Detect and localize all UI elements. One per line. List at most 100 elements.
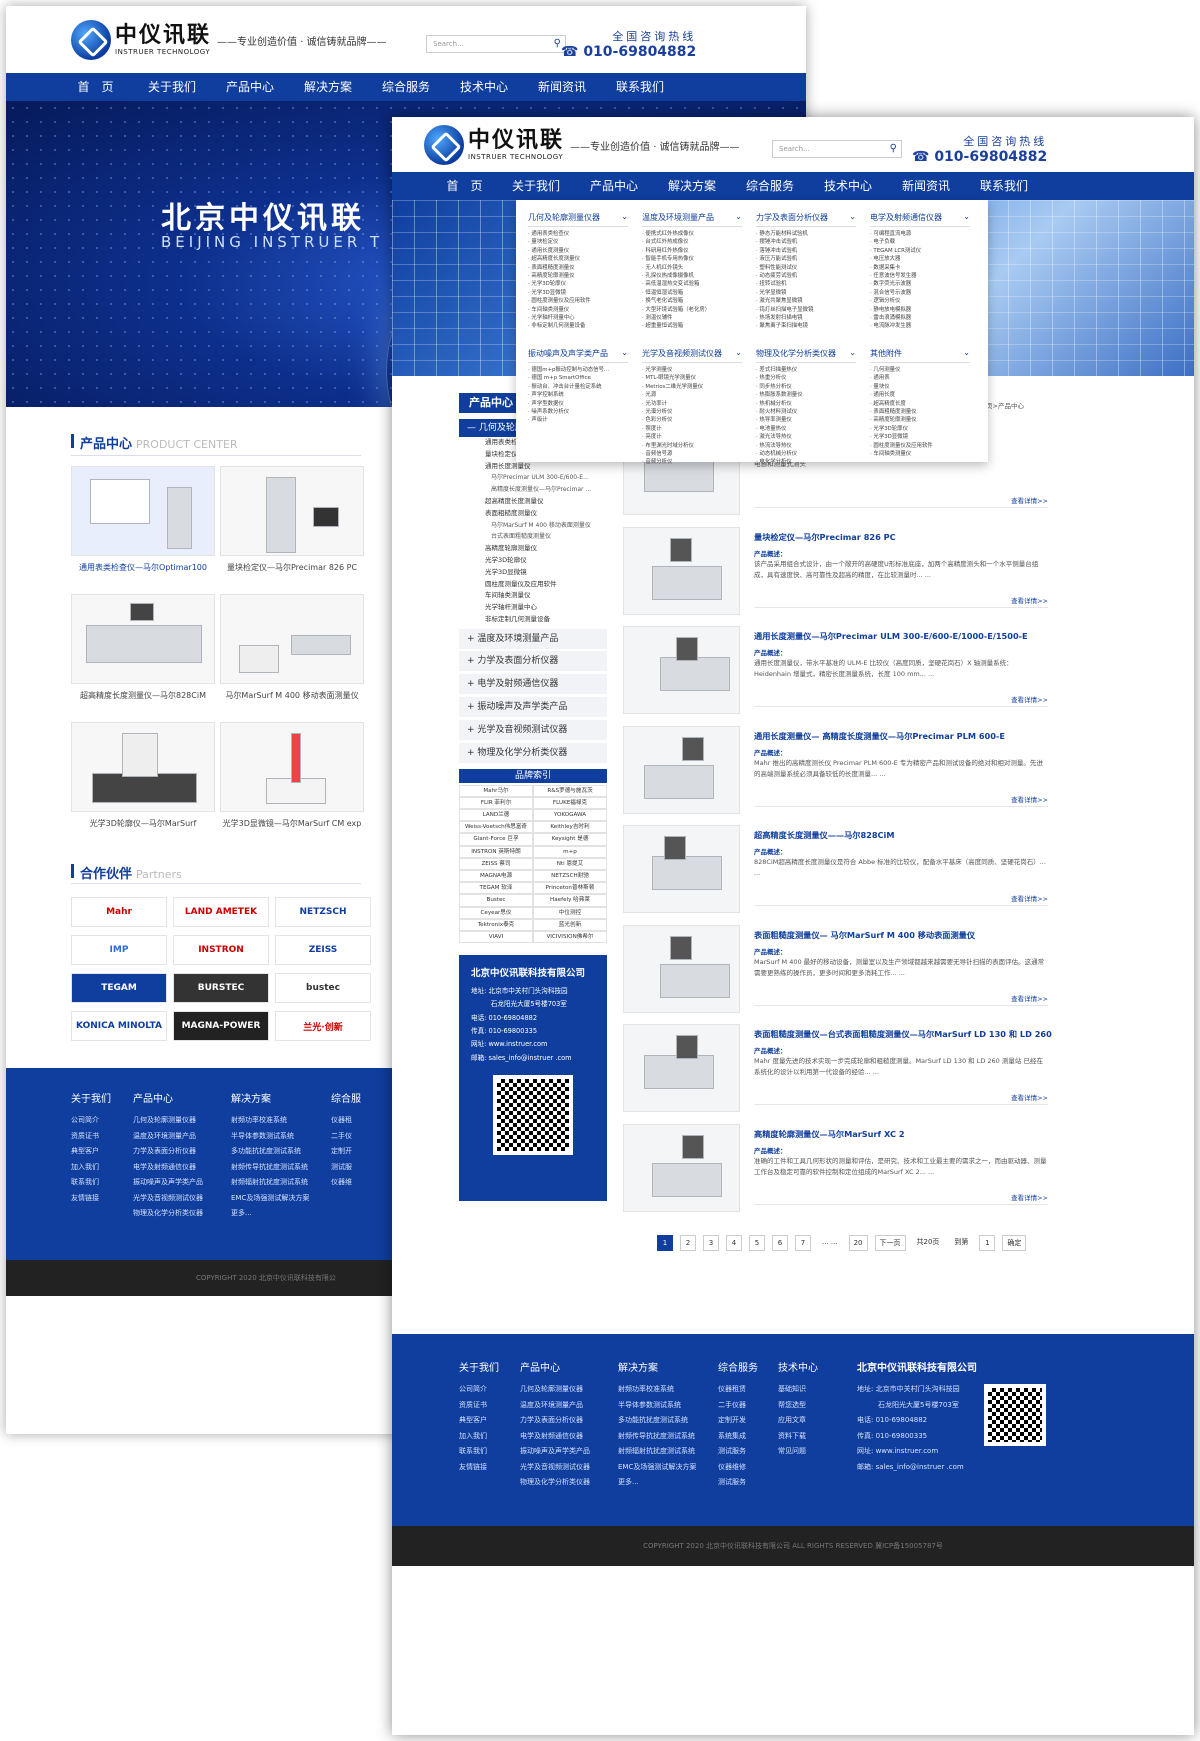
- partner-logo[interactable]: MAGNA-POWER: [173, 1011, 269, 1041]
- mega-item[interactable]: · 摆锤冲击试验机: [756, 238, 856, 246]
- mega-item[interactable]: · 表面粗糙度测量仪: [528, 264, 628, 272]
- product-list-item[interactable]: 表面粗糙度测量仪— 马尔MarSurf M 400 移动表面测量仪 产品概述： Ma…: [623, 924, 1048, 1017]
- sidebar-subitem[interactable]: 圆柱度测量仪及应用软件: [459, 579, 607, 591]
- search-input[interactable]: Search... ⚲: [772, 140, 902, 158]
- product-label[interactable]: 通用表类检查仪—马尔Optimar100: [71, 562, 215, 573]
- partner-logo[interactable]: bustec: [275, 973, 371, 1003]
- mega-item[interactable]: · 光学3D轮廓仪: [870, 425, 970, 433]
- mega-item[interactable]: · 超高精度长度测量仪: [528, 255, 628, 263]
- product-title[interactable]: 高精度轮廓测量仪—马尔MarSurf XC 2: [754, 1128, 905, 1140]
- footer-link[interactable]: 资质证书: [459, 1398, 499, 1414]
- mega-item[interactable]: · 布里渊光时域分析仪: [642, 442, 742, 450]
- footer-link[interactable]: 典型客户: [459, 1413, 499, 1429]
- footer-link[interactable]: 测试服务: [718, 1444, 758, 1460]
- page-button[interactable]: 3: [703, 1235, 719, 1251]
- footer-link[interactable]: 二手仪器: [718, 1398, 758, 1414]
- brand-link[interactable]: INSTRON 英斯特朗: [459, 845, 533, 858]
- product-list-item[interactable]: 高精度轮廓测量仪—马尔MarSurf XC 2 产品概述： 准确的工件和工具几何形状…: [623, 1123, 1048, 1216]
- nav-solutions[interactable]: 解决方案: [653, 172, 731, 200]
- mega-item[interactable]: · 噪声系数分析仪: [528, 408, 628, 416]
- mega-item[interactable]: · 光谱分析仪: [642, 408, 742, 416]
- product-label[interactable]: 光学3D显微镜—马尔MarSurf CM exp: [220, 818, 364, 829]
- mega-item[interactable]: · 振动台、冲击台计量检定系统: [528, 383, 628, 391]
- footer-link[interactable]: 几何及轮廓测量仪器: [520, 1382, 590, 1398]
- product-title[interactable]: 超高精度长度测量仪——马尔828CiM: [754, 829, 895, 841]
- mega-item[interactable]: · 表面粗糙度测量仪: [870, 408, 970, 416]
- sidebar-subitem[interactable]: 超高精度长度测量仪: [459, 496, 607, 508]
- product-list-item[interactable]: 超高精度长度测量仪——马尔828CiM 产品概述： 828CiM超高精度长度测量仪是…: [623, 825, 1048, 917]
- mega-item[interactable]: · 高精度轮廓测量仪: [870, 416, 970, 424]
- mega-item[interactable]: · 声级计: [528, 416, 628, 424]
- brand-link[interactable]: LAND兰德: [459, 808, 533, 822]
- mega-item[interactable]: · 电压放大器: [870, 255, 970, 263]
- mega-item[interactable]: · 静电放电模拟器: [870, 306, 970, 314]
- footer-link[interactable]: 资料下载: [778, 1429, 818, 1445]
- partner-logo[interactable]: KONICA MINOLTA: [71, 1011, 167, 1041]
- logo[interactable]: 中仪讯联 INSTRUER TECHNOLOGY ——专业创造价值 · 诚信铸就…: [424, 125, 740, 165]
- nav-products[interactable]: 产品中心: [211, 73, 289, 101]
- footer-link[interactable]: 更多...: [618, 1475, 696, 1491]
- sidebar-subitem[interactable]: 光学3D轮廓仪: [459, 555, 607, 567]
- mega-item[interactable]: · 钨灯丝扫描电子显微镜: [756, 306, 856, 314]
- nav-about[interactable]: 关于我们: [497, 172, 575, 200]
- brand-link[interactable]: Ceyear思仪: [459, 906, 533, 919]
- nav-contact[interactable]: 联系我们: [601, 73, 679, 101]
- nav-tech[interactable]: 技术中心: [445, 73, 523, 101]
- nav-home[interactable]: 首 页: [432, 172, 497, 200]
- view-details-link[interactable]: 查看详情>>: [1011, 694, 1048, 704]
- mega-item[interactable]: · 通用表类检查仪: [528, 230, 628, 238]
- mega-item[interactable]: · 德国 m+p SmartOffice: [528, 374, 628, 382]
- footer-link[interactable]: 力学及表面分析仪器: [520, 1413, 590, 1429]
- view-details-link[interactable]: 查看详情>>: [1011, 595, 1048, 605]
- mega-item[interactable]: · 雷击浪涌模拟器: [870, 314, 970, 322]
- mega-item[interactable]: · 换气老化试验箱: [642, 297, 742, 305]
- footer-link[interactable]: 友情链接: [459, 1460, 499, 1476]
- confirm-button[interactable]: 确定: [1002, 1235, 1027, 1251]
- footer-link[interactable]: 常见问题: [778, 1444, 818, 1460]
- brand-link[interactable]: Giant-Force 巨孚: [459, 833, 533, 846]
- footer-link[interactable]: 仪器租赁: [718, 1382, 758, 1398]
- footer-link[interactable]: 半导体参数测试系统: [618, 1398, 696, 1414]
- brand-link[interactable]: FLUKE福禄克: [533, 796, 607, 809]
- mega-item[interactable]: · 无人机红外镜头: [642, 264, 742, 272]
- footer-link[interactable]: EMC及场强测试解决方案: [618, 1460, 696, 1476]
- mega-item[interactable]: · 激光共聚焦显微镜: [756, 297, 856, 305]
- mega-item[interactable]: · 音频分析仪: [642, 458, 742, 466]
- product-card[interactable]: 量块检定仪—马尔Precimar 826 PC: [220, 466, 364, 573]
- mega-item[interactable]: · 任意波信号发生器: [870, 272, 970, 280]
- footer-column-title[interactable]: 解决方案: [618, 1359, 696, 1374]
- page-input[interactable]: 1: [979, 1235, 996, 1251]
- product-thumbnail[interactable]: [623, 924, 740, 1013]
- sidebar-subitem[interactable]: 非标定制几何测量设备: [459, 614, 607, 626]
- brand-link[interactable]: VICIVISION佛希尔: [533, 930, 607, 944]
- mega-item[interactable]: · 光学轴杆测量中心: [528, 314, 628, 322]
- mega-item[interactable]: · 台式红外热成像仪: [642, 238, 742, 246]
- mega-item[interactable]: · 车间轴类测量仪: [528, 306, 628, 314]
- product-thumbnail[interactable]: [623, 526, 740, 615]
- nav-home[interactable]: 首 页: [58, 73, 133, 101]
- product-title[interactable]: 表面粗糙度测量仪—台式表面粗糙度测量仪—马尔MarSurf LD 130 和 L…: [754, 1028, 1052, 1040]
- brand-link[interactable]: Keysight 是德: [533, 833, 607, 846]
- nav-news[interactable]: 新闻资讯: [887, 172, 965, 200]
- mega-item[interactable]: · 测温仪辅件: [642, 314, 742, 322]
- sidebar-subitem[interactable]: 高精度长度测量仪—马尔Precimar ...: [459, 484, 607, 496]
- mega-item[interactable]: · 音频信号源: [642, 450, 742, 458]
- footer-link[interactable]: 加入我们: [459, 1429, 499, 1445]
- nav-services[interactable]: 综合服务: [367, 73, 445, 101]
- mega-item[interactable]: · 差式扫描量热仪: [756, 366, 856, 374]
- sidebar-category[interactable]: + 力学及表面分析仪器: [459, 651, 607, 672]
- sidebar-subitem[interactable]: 台式表面粗糙度测量仪: [459, 531, 607, 543]
- mega-item[interactable]: · 热膨胀系数测量仪: [756, 391, 856, 399]
- sidebar-subitem[interactable]: 光学3D显微镜: [459, 567, 607, 579]
- view-details-link[interactable]: 查看详情>>: [1011, 495, 1048, 505]
- brand-link[interactable]: Mahr马尔: [459, 784, 533, 797]
- mega-item[interactable]: · 声学型数据仪: [528, 400, 628, 408]
- nav-products[interactable]: 产品中心: [575, 172, 653, 200]
- mega-column-title[interactable]: 其他附件 ⌄: [870, 348, 970, 359]
- mega-item[interactable]: · 同步热分析仪: [756, 383, 856, 391]
- mega-item[interactable]: · 便携式红外热成像仪: [642, 230, 742, 238]
- brand-link[interactable]: Weiss-Voetsch伟思富奇: [459, 821, 533, 834]
- mega-item[interactable]: · 动态机械分析仪: [756, 450, 856, 458]
- mega-item[interactable]: · 几何测量仪: [870, 366, 970, 374]
- mega-item[interactable]: · 通用表: [870, 374, 970, 382]
